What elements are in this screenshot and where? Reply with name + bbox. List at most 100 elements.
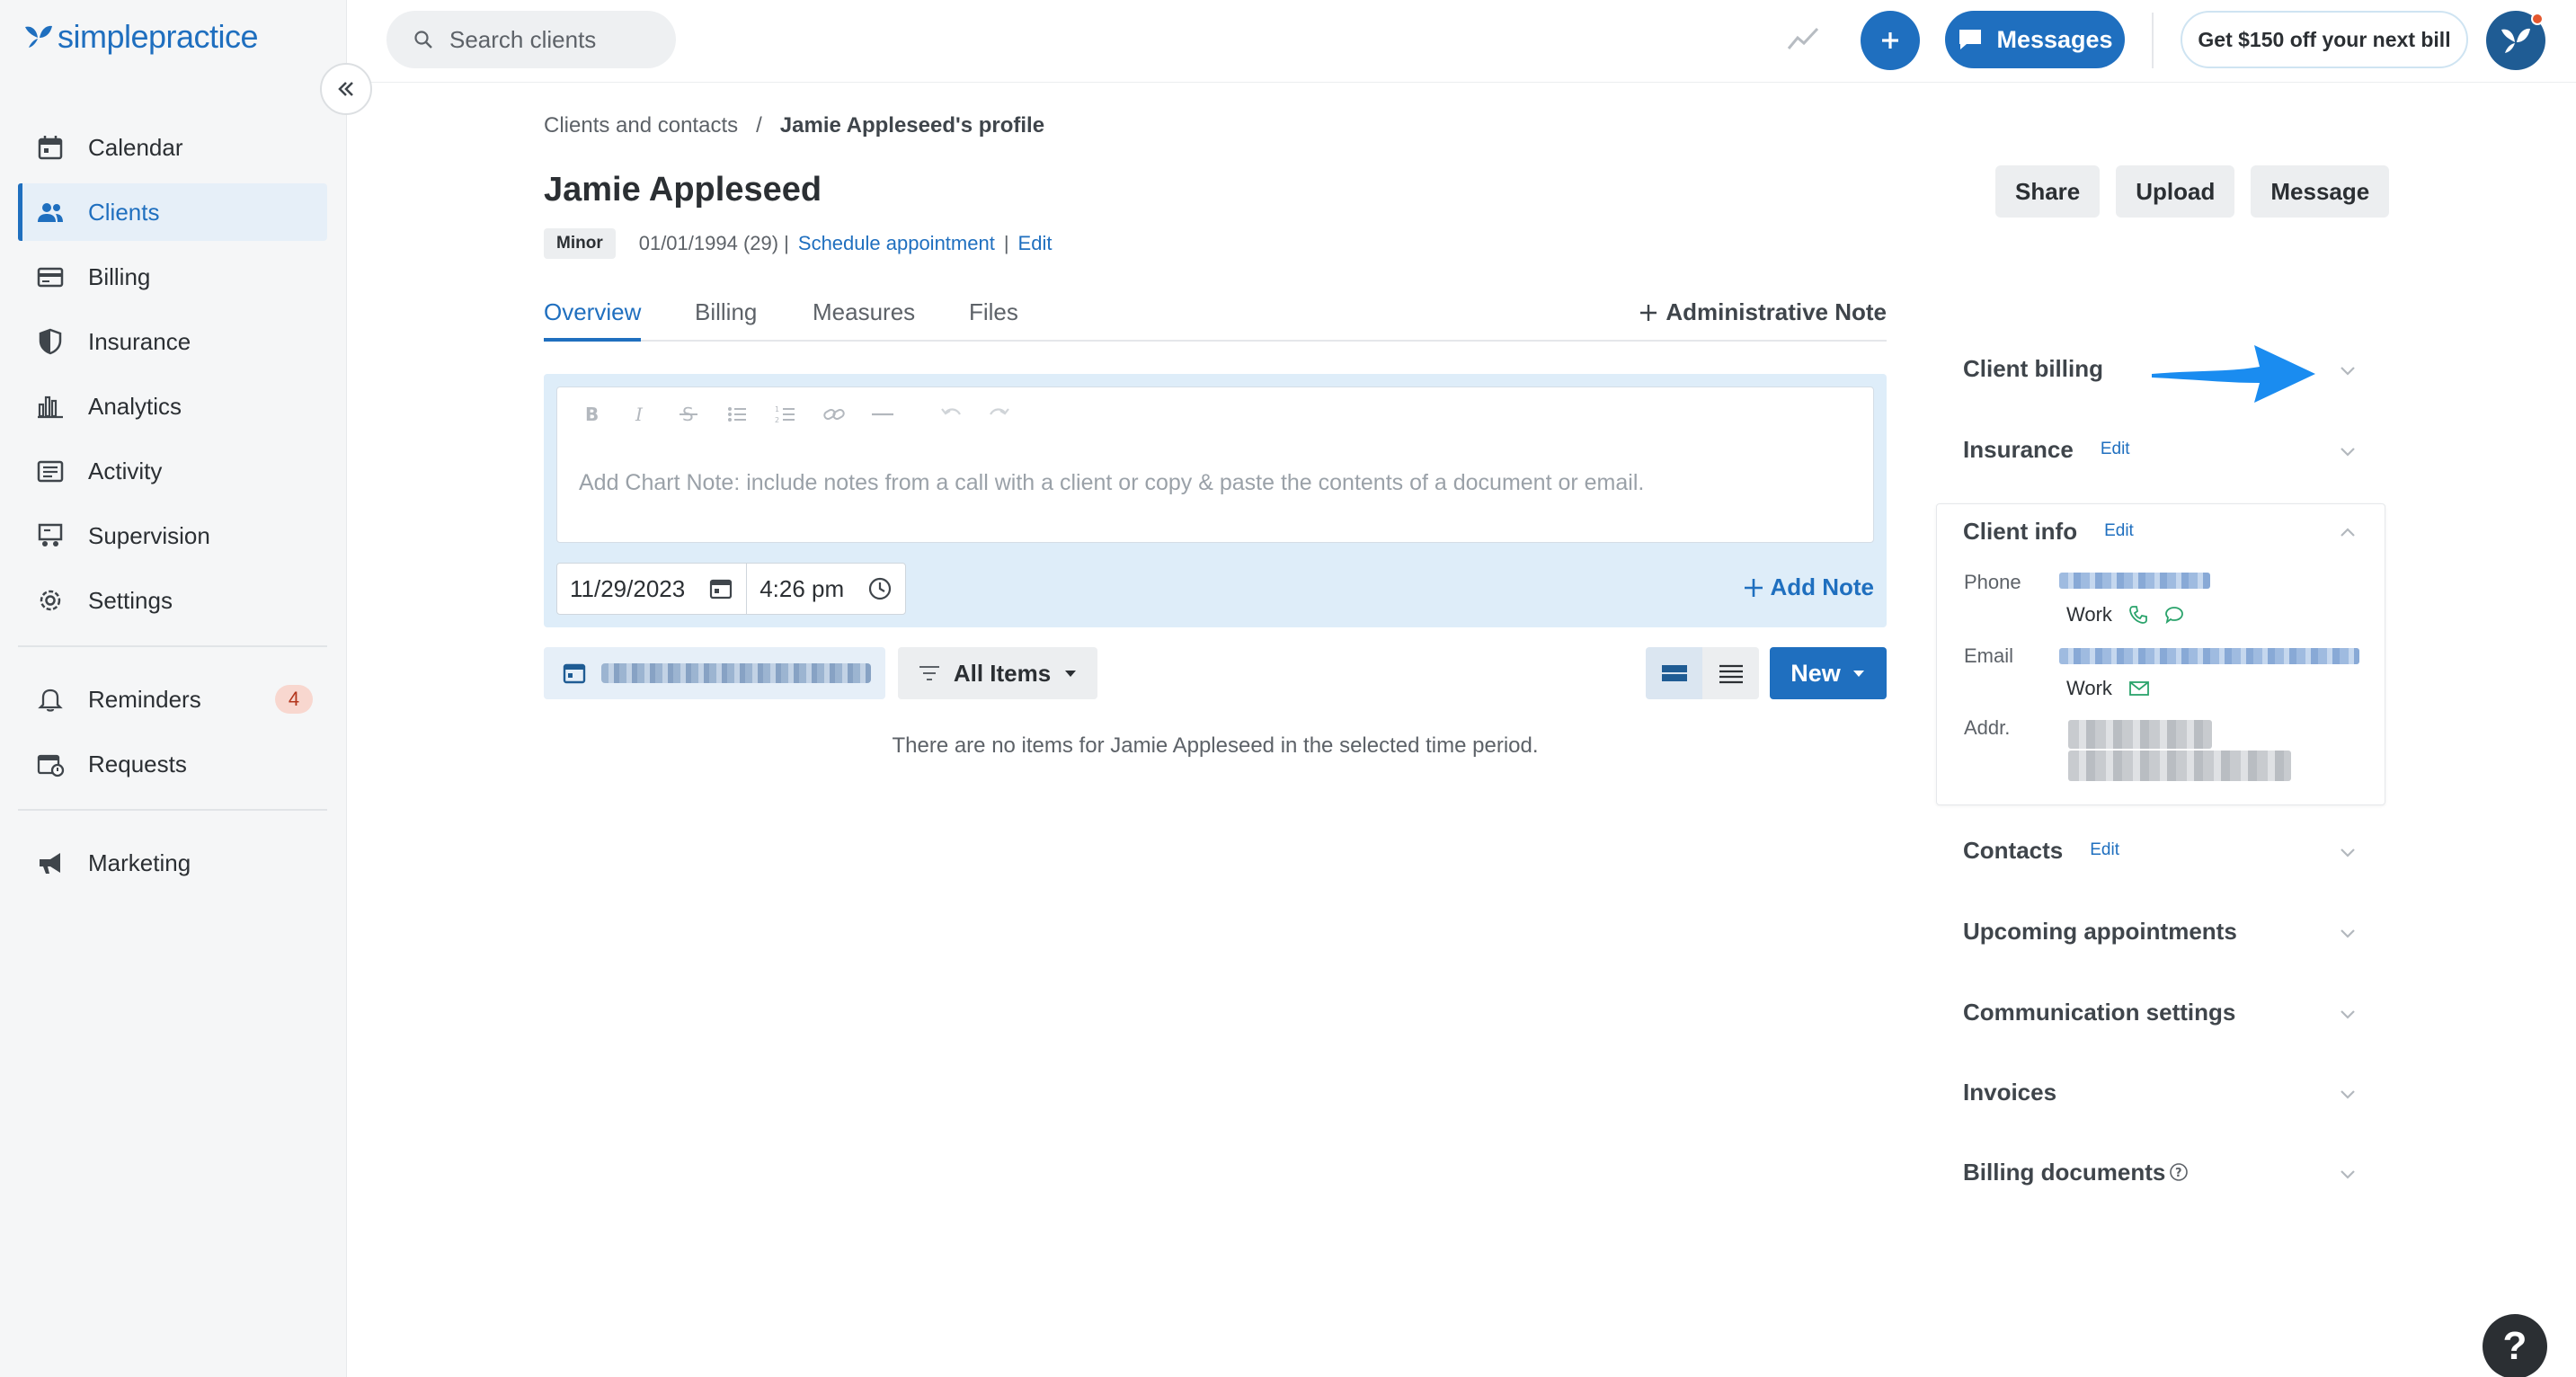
client-info-card: Client info Edit Phone Work Email Work A…	[1936, 503, 2385, 805]
search-input[interactable]: Search clients	[386, 11, 676, 68]
user-avatar[interactable]	[2486, 11, 2545, 70]
card-view-button[interactable]	[1646, 647, 1702, 699]
phone-label: Phone	[1964, 571, 2021, 593]
contacts-section[interactable]: Contacts Edit	[1936, 823, 2385, 877]
phone-icon[interactable]	[2128, 605, 2148, 625]
add-note-button[interactable]: Add Note	[1743, 573, 1874, 601]
edit-client-link[interactable]: Edit	[1018, 232, 1053, 255]
sidebar-item-analytics[interactable]: Analytics	[18, 378, 327, 435]
client-info-header[interactable]: Client info Edit	[1936, 504, 2385, 558]
list-view-button[interactable]	[1702, 647, 1759, 699]
sidebar-item-clients[interactable]: Clients	[18, 183, 327, 241]
header-actions: Share Upload Message	[1995, 165, 2390, 218]
share-button[interactable]: Share	[1995, 165, 2101, 218]
note-date-field[interactable]: 11/29/2023	[557, 564, 746, 614]
sidebar-divider	[18, 645, 327, 647]
help-circle-icon[interactable]: ?	[2169, 1162, 2189, 1182]
insurance-section[interactable]: Insurance Edit	[1936, 422, 2385, 476]
add-note-label: Add Note	[1770, 573, 1874, 600]
tab-overview[interactable]: Overview	[544, 298, 642, 342]
tab-billing[interactable]: Billing	[695, 298, 757, 342]
link-icon[interactable]	[822, 402, 847, 427]
client-info-title: Client info	[1963, 517, 2078, 545]
client-meta: Minor 01/01/1994 (29) | Schedule appoint…	[544, 228, 1052, 259]
tab-measures[interactable]: Measures	[813, 298, 915, 342]
new-item-button[interactable]: New	[1770, 647, 1887, 699]
note-time-field[interactable]: 4:26 pm	[746, 564, 905, 614]
tab-files[interactable]: Files	[969, 298, 1018, 342]
sidebar-item-marketing[interactable]: Marketing	[18, 834, 327, 892]
sidebar-item-requests[interactable]: Requests	[18, 735, 327, 793]
administrative-note-button[interactable]: Administrative Note	[1639, 298, 1887, 326]
sidebar-item-insurance[interactable]: Insurance	[18, 313, 327, 370]
phone-type: Work	[2066, 603, 2112, 626]
calendar-request-icon	[37, 754, 65, 777]
calendar-icon[interactable]	[708, 576, 733, 601]
sidebar-item-label: Analytics	[88, 392, 182, 420]
billing-documents-section[interactable]: Billing documents ?	[1936, 1145, 2385, 1199]
sidebar-item-billing[interactable]: Billing	[18, 248, 327, 306]
meta-pipe: |	[1003, 232, 1009, 254]
calendar-icon	[38, 136, 63, 160]
message-button[interactable]: Message	[2251, 165, 2390, 218]
collapse-sidebar-button[interactable]	[320, 63, 372, 115]
messages-button[interactable]: Messages	[1945, 11, 2125, 68]
phone-value[interactable]	[2059, 573, 2210, 589]
contacts-edit-link[interactable]: Edit	[2090, 840, 2119, 860]
plus-icon	[1882, 32, 1898, 49]
sidebar-item-supervision[interactable]: Supervision	[18, 507, 327, 564]
svg-text:?: ?	[2175, 1167, 2182, 1180]
caret-down-icon	[1852, 671, 1864, 677]
editor-toolbar: B I S 12	[579, 402, 1012, 427]
client-info-edit-link[interactable]: Edit	[2104, 521, 2134, 541]
sms-bubble-icon[interactable]	[2164, 605, 2184, 625]
filter-row: All Items New	[544, 647, 1887, 699]
sidebar-item-calendar[interactable]: Calendar	[18, 119, 327, 176]
strikethrough-icon[interactable]: S	[676, 402, 701, 427]
clock-icon[interactable]	[867, 576, 893, 601]
trend-line-icon[interactable]	[1785, 22, 1821, 58]
bullet-list-icon[interactable]	[724, 402, 750, 427]
insurance-title: Insurance	[1963, 435, 2074, 463]
chart-note-editor[interactable]: B I S 12 Add Chart Note: include notes f…	[556, 386, 1874, 543]
address-label: Addr.	[1964, 716, 2011, 739]
all-items-label: All Items	[953, 659, 1052, 687]
email-type: Work	[2066, 677, 2112, 699]
billing-icon	[37, 267, 64, 288]
sidebar-item-activity[interactable]: Activity	[18, 442, 327, 500]
italic-icon[interactable]: I	[627, 402, 653, 427]
date-range-picker[interactable]	[544, 647, 885, 699]
envelope-icon[interactable]	[2128, 680, 2150, 697]
schedule-appointment-link[interactable]: Schedule appointment	[798, 232, 995, 255]
phone-type-row: Work	[2066, 603, 2184, 626]
sidebar-item-label: Insurance	[88, 327, 191, 355]
horizontal-rule-icon[interactable]	[870, 402, 895, 427]
redacted-phone	[2059, 573, 2210, 589]
sidebar-item-reminders[interactable]: Reminders 4	[18, 671, 327, 728]
insurance-edit-link[interactable]: Edit	[2101, 440, 2130, 459]
simplepractice-logo[interactable]: simplepractice	[23, 18, 259, 56]
undo-icon[interactable]	[938, 402, 964, 427]
quick-add-button[interactable]	[1861, 11, 1920, 70]
filter-icon	[919, 666, 939, 680]
all-items-filter[interactable]: All Items	[898, 647, 1097, 699]
note-date-value: 11/29/2023	[570, 574, 686, 602]
communication-settings-section[interactable]: Communication settings	[1936, 985, 2385, 1039]
chart-note-panel: B I S 12 Add Chart Note: include notes f…	[544, 374, 1887, 627]
bold-icon[interactable]: B	[579, 402, 604, 427]
breadcrumb-clients-link[interactable]: Clients and contacts	[544, 113, 738, 138]
redo-icon[interactable]	[987, 402, 1012, 427]
invoices-section[interactable]: Invoices	[1936, 1065, 2385, 1119]
email-value[interactable]	[2059, 648, 2359, 664]
numbered-list-icon[interactable]: 12	[773, 402, 798, 427]
plus-icon	[1745, 578, 1763, 597]
chevron-down-icon	[2341, 367, 2355, 376]
shield-icon	[39, 328, 62, 355]
sidebar-item-settings[interactable]: Settings	[18, 572, 327, 629]
upload-button[interactable]: Upload	[2116, 165, 2235, 218]
upcoming-appointments-section[interactable]: Upcoming appointments	[1936, 904, 2385, 958]
help-button[interactable]: ?	[2483, 1314, 2547, 1377]
double-chevron-left-icon	[338, 82, 353, 96]
sidebar-nav: Calendar Clients Billing Insurance Analy…	[18, 119, 327, 899]
promo-button[interactable]: Get $150 off your next bill	[2181, 11, 2468, 68]
